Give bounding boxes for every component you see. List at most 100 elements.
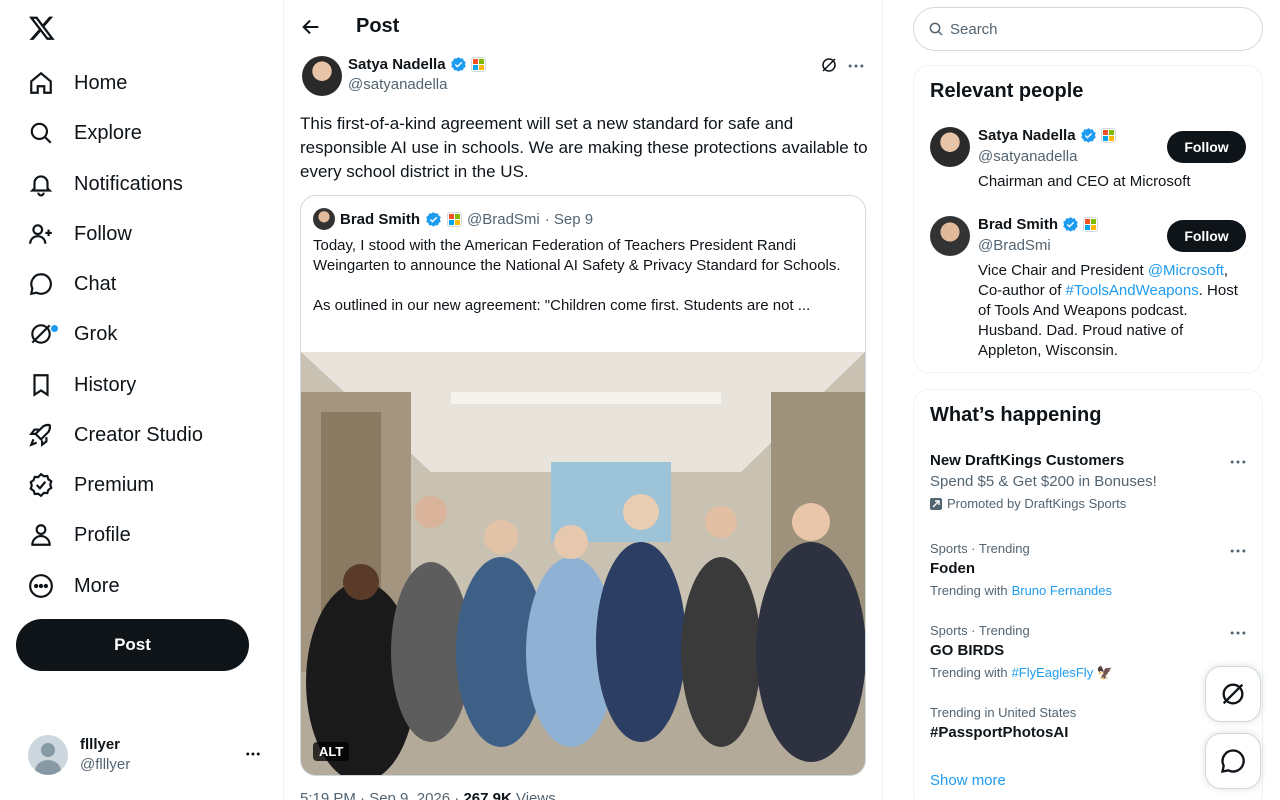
bio-hashtag-link[interactable]: #ToolsAndWeapons bbox=[1066, 282, 1199, 299]
person-name-row[interactable]: Brad Smith bbox=[978, 216, 1099, 233]
nav-label: Home bbox=[74, 71, 128, 94]
alt-badge[interactable]: ALT bbox=[313, 742, 350, 761]
nav-label: Premium bbox=[74, 473, 155, 496]
add-user-icon bbox=[29, 224, 52, 244]
page-title: Post bbox=[356, 15, 400, 37]
person-avatar[interactable] bbox=[930, 127, 970, 167]
trend-meta: Sports · Trending bbox=[930, 541, 1030, 556]
nav-label: Grok bbox=[74, 322, 118, 345]
chat-icon bbox=[1221, 749, 1245, 773]
home-icon bbox=[30, 71, 52, 94]
verified-badge-icon bbox=[29, 472, 53, 498]
trend-title: #PassportPhotosAI bbox=[930, 724, 1069, 741]
nav-grok[interactable]: Grok bbox=[28, 314, 117, 354]
person-bio: Vice Chair and President @Microsoft, Co-… bbox=[978, 261, 1248, 361]
notification-dot bbox=[51, 325, 58, 332]
trend-more-icon[interactable] bbox=[1228, 623, 1248, 643]
author-avatar[interactable] bbox=[302, 56, 342, 96]
bio-text: Vice Chair and President bbox=[978, 262, 1148, 279]
promoted-row: Promoted by DraftKings Sports bbox=[930, 496, 1248, 511]
avatar bbox=[28, 735, 68, 775]
quoted-post[interactable]: Brad Smith @BradSmi · Sep 9 Today, I sto… bbox=[300, 195, 866, 776]
more-circle-icon bbox=[29, 574, 53, 598]
person-name-row[interactable]: Satya Nadella bbox=[978, 127, 1116, 144]
grok-icon bbox=[31, 324, 51, 344]
verified-icon bbox=[1080, 128, 1096, 143]
account-switcher[interactable]: flllyer @flllyer bbox=[28, 733, 268, 777]
view-count: 267.9K bbox=[463, 790, 512, 800]
person-handle: @BradSmi bbox=[978, 237, 1051, 254]
person-handle: @satyanadella bbox=[978, 148, 1078, 165]
bookmark-icon bbox=[33, 374, 49, 397]
main-column: Post Satya Nadella @satyanadella This fi… bbox=[284, 0, 883, 800]
nav-explore[interactable]: Explore bbox=[28, 113, 142, 153]
trend-with-link[interactable]: #FlyEaglesFly bbox=[1012, 665, 1094, 680]
nav-label: Creator Studio bbox=[74, 423, 203, 446]
quote-header: Brad Smith @BradSmi · Sep 9 bbox=[313, 208, 593, 230]
nav-premium[interactable]: Premium bbox=[28, 465, 154, 505]
post-timestamp[interactable]: 5:19 PM · Sep 9, 2026 · bbox=[300, 790, 459, 800]
eagle-emoji-icon: 🦅 bbox=[1096, 665, 1114, 680]
rocket-icon bbox=[29, 423, 52, 447]
quote-photo[interactable]: ALT bbox=[301, 352, 865, 775]
trend-item[interactable]: Sports · Trending GO BIRDS Trending with… bbox=[930, 623, 1248, 681]
post-meta: 5:19 PM · Sep 9, 2026 · 267.9K Views bbox=[300, 790, 556, 800]
account-names: flllyer @flllyer bbox=[80, 735, 130, 775]
grok-icon bbox=[1222, 683, 1244, 705]
nav-notifications[interactable]: Notifications bbox=[28, 164, 183, 204]
post-text: This first-of-a-kind agreement will set … bbox=[300, 114, 868, 181]
back-arrow-icon[interactable] bbox=[300, 16, 322, 38]
nav-home[interactable]: Home bbox=[28, 63, 127, 103]
microsoft-affiliate-icon bbox=[470, 57, 486, 72]
verified-icon bbox=[450, 57, 466, 72]
author-name-row[interactable]: Satya Nadella bbox=[348, 56, 486, 73]
nav-label: Notifications bbox=[74, 172, 183, 195]
author-name: Satya Nadella bbox=[348, 56, 446, 73]
relevant-people-card: Relevant people Satya Nadella @satyanade… bbox=[913, 65, 1263, 373]
messages-float-button[interactable] bbox=[1205, 733, 1261, 789]
person-name: Brad Smith bbox=[978, 216, 1059, 233]
trend-more-icon[interactable] bbox=[1228, 452, 1248, 472]
promoted-icon bbox=[930, 497, 942, 510]
trend-title: GO BIRDS bbox=[930, 642, 1005, 659]
trend-meta: Trending in United States bbox=[930, 705, 1077, 720]
grok-explain-icon[interactable] bbox=[820, 56, 838, 74]
compose-post-button[interactable]: Post bbox=[16, 619, 249, 671]
nav-chat[interactable]: Chat bbox=[28, 264, 116, 304]
bio-mention-link[interactable]: @Microsoft bbox=[1148, 262, 1224, 279]
nav-history[interactable]: History bbox=[28, 365, 136, 405]
grok-float-button[interactable] bbox=[1205, 666, 1261, 722]
left-nav: Home Explore Notifications Follow Chat G… bbox=[0, 0, 284, 800]
trend-title: Foden bbox=[930, 560, 975, 577]
nav-more[interactable]: More bbox=[28, 566, 120, 606]
quote-author-name: Brad Smith bbox=[340, 210, 421, 228]
nav-profile[interactable]: Profile bbox=[28, 515, 131, 555]
verified-icon bbox=[1063, 217, 1078, 232]
relevant-people-title: Relevant people bbox=[930, 80, 1084, 102]
nav-label: Follow bbox=[74, 222, 132, 245]
whats-happening-title: What’s happening bbox=[930, 404, 1102, 426]
search-input[interactable] bbox=[950, 20, 1230, 38]
follow-button[interactable]: Follow bbox=[1167, 131, 1246, 163]
x-logo-icon[interactable] bbox=[28, 14, 56, 42]
follow-button[interactable]: Follow bbox=[1167, 220, 1246, 252]
trend-item[interactable]: Sports · Trending Foden Trending with Bru… bbox=[930, 541, 1248, 598]
person-avatar[interactable] bbox=[930, 216, 970, 256]
nav-creator-studio[interactable]: Creator Studio bbox=[28, 415, 203, 455]
quote-author-avatar bbox=[313, 208, 335, 230]
grok-icon-wrap bbox=[28, 321, 58, 347]
show-more-link[interactable]: Show more bbox=[930, 772, 1006, 789]
more-horizontal-icon bbox=[246, 752, 260, 756]
author-handle[interactable]: @satyanadella bbox=[348, 76, 447, 93]
microsoft-affiliate-icon bbox=[447, 211, 463, 227]
trend-more-icon[interactable] bbox=[1228, 541, 1248, 561]
post-more-icon[interactable] bbox=[846, 56, 866, 76]
trend-with-link[interactable]: Bruno Fernandes bbox=[1012, 583, 1112, 598]
person-icon bbox=[31, 524, 51, 546]
nav-label: Chat bbox=[74, 272, 117, 295]
trend-item[interactable]: Trending in United States #PassportPhoto… bbox=[930, 705, 1248, 741]
views-label: Views bbox=[515, 790, 556, 800]
trend-item[interactable]: New DraftKings Customers Spend $5 & Get … bbox=[930, 452, 1248, 511]
search-box[interactable] bbox=[913, 7, 1263, 51]
nav-follow[interactable]: Follow bbox=[28, 214, 132, 254]
